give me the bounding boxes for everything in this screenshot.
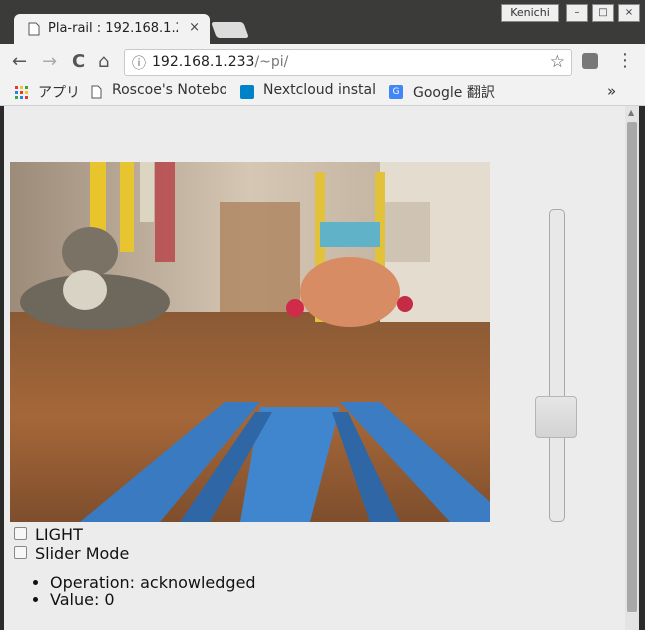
browser-tab[interactable]: Pla-rail : 192.168.1.233 × — [14, 14, 210, 44]
light-label: LIGHT — [35, 525, 83, 544]
window-edge — [639, 106, 645, 630]
forward-button[interactable]: → — [42, 51, 57, 72]
light-checkbox[interactable] — [14, 527, 27, 540]
reload-button[interactable]: C — [72, 51, 85, 72]
slider-handle[interactable] — [535, 396, 577, 438]
slider-mode-checkbox[interactable] — [14, 546, 27, 559]
url-text[interactable]: 192.168.1.233/~pi/ — [152, 54, 288, 70]
tab-close-button[interactable]: × — [189, 20, 200, 35]
page-icon — [91, 85, 102, 99]
extension-icon[interactable] — [582, 53, 598, 69]
new-tab-button[interactable] — [211, 22, 249, 38]
maximize-button[interactable]: □ — [592, 4, 614, 22]
bookmark-google-translate[interactable]: Google 翻訳 — [413, 82, 495, 102]
browser-toolbar: ← → C ⌂ ⓘ 192.168.1.233/~pi/ ☆ ⋮ — [0, 44, 645, 80]
slider-track[interactable] — [549, 209, 565, 522]
nextcloud-icon — [240, 85, 254, 99]
close-window-button[interactable]: × — [618, 4, 640, 22]
vertical-scrollbar[interactable]: ▲ — [625, 106, 639, 630]
slider-mode-control[interactable]: Slider Mode — [14, 544, 129, 563]
window-titlebar: Pla-rail : 192.168.1.233 × Kenichi – □ × — [0, 0, 645, 44]
bookmark-roscoes-notebook[interactable]: Roscoe's Notebook — [112, 82, 226, 98]
scrollbar-thumb[interactable] — [627, 122, 637, 612]
bookmark-apps[interactable]: アプリ — [38, 82, 80, 102]
minimize-button[interactable]: – — [566, 4, 588, 22]
bookmark-star-icon[interactable]: ☆ — [550, 52, 565, 72]
info-icon[interactable]: ⓘ — [132, 53, 146, 73]
camera-feed-image — [10, 162, 490, 522]
bookmarks-bar: アプリ Roscoe's Notebook Nextcloud install … — [0, 80, 645, 106]
tab-title: Pla-rail : 192.168.1.233 — [48, 21, 178, 36]
slider-mode-label: Slider Mode — [35, 544, 130, 563]
bookmarks-more-button[interactable]: » — [607, 82, 616, 100]
page-content: LIGHT Slider Mode Operation: acknowledge… — [4, 106, 625, 630]
status-list: Operation: acknowledged Value: 0 — [20, 574, 256, 608]
status-operation: Operation: acknowledged — [50, 574, 256, 591]
status-value: Value: 0 — [50, 591, 256, 608]
bookmark-nextcloud-install[interactable]: Nextcloud install — [263, 82, 375, 98]
menu-button[interactable]: ⋮ — [616, 50, 634, 71]
apps-grid-icon — [15, 86, 28, 99]
window-user-badge[interactable]: Kenichi — [501, 4, 559, 22]
light-control[interactable]: LIGHT — [14, 525, 83, 544]
page-icon — [28, 22, 40, 36]
home-button[interactable]: ⌂ — [98, 51, 109, 72]
address-bar[interactable]: ⓘ 192.168.1.233/~pi/ ☆ — [124, 49, 572, 76]
back-button[interactable]: ← — [12, 51, 27, 72]
scroll-up-arrow-icon[interactable]: ▲ — [628, 108, 634, 117]
google-translate-icon: G — [389, 85, 403, 99]
